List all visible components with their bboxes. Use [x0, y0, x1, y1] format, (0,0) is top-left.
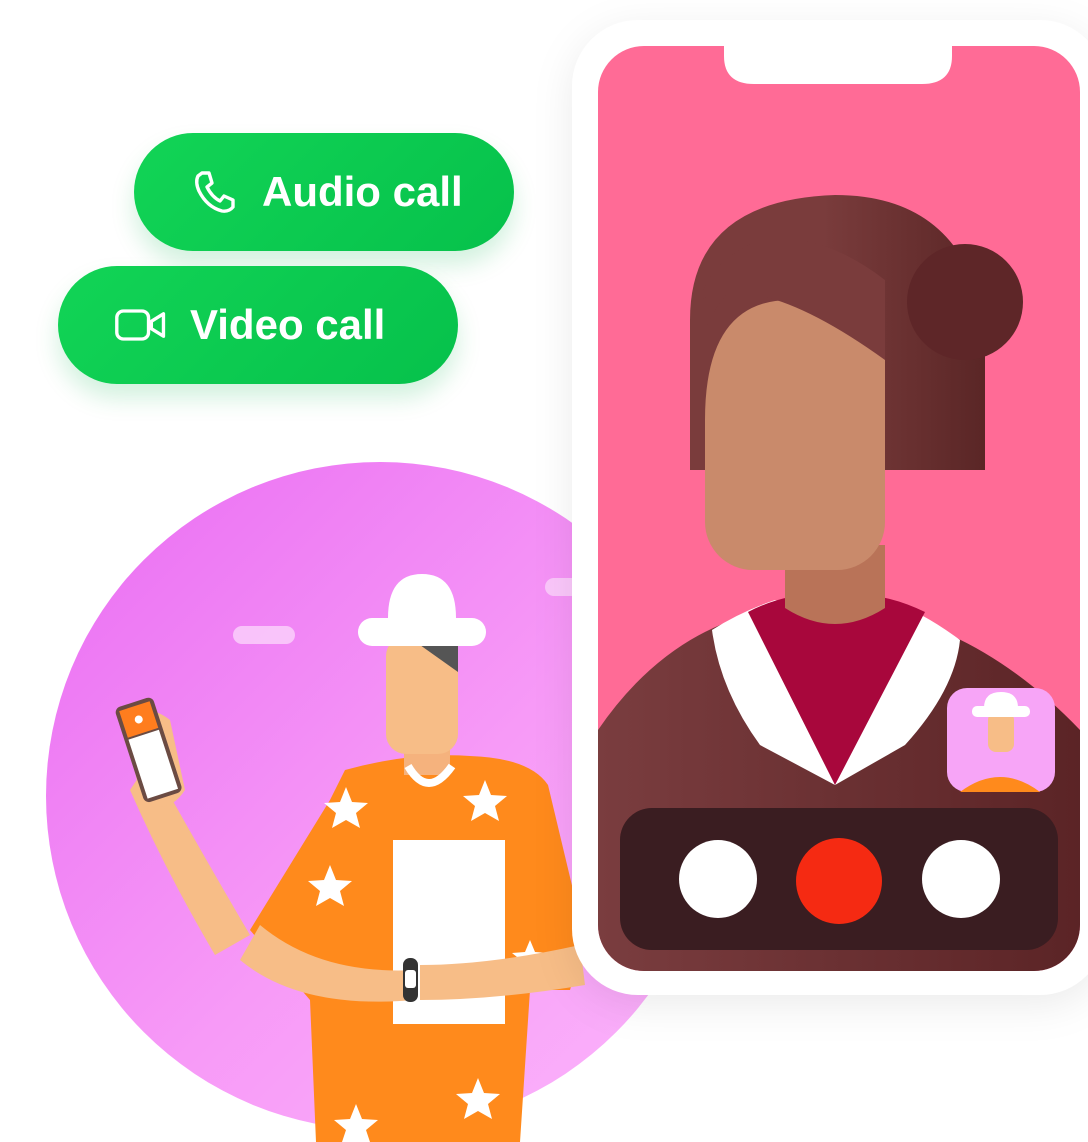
audio-call-label: Audio call [262, 168, 463, 215]
end-call-button[interactable] [796, 838, 882, 924]
audio-call-button[interactable]: Audio call [134, 133, 514, 251]
video-call-button[interactable]: Video call [58, 266, 458, 384]
video-call-label: Video call [190, 301, 386, 348]
video-camera-icon [114, 302, 170, 348]
mute-button[interactable] [679, 840, 757, 918]
camera-toggle-button[interactable] [922, 840, 1000, 918]
call-controls-bar [620, 808, 1058, 950]
phone-icon [186, 169, 242, 215]
